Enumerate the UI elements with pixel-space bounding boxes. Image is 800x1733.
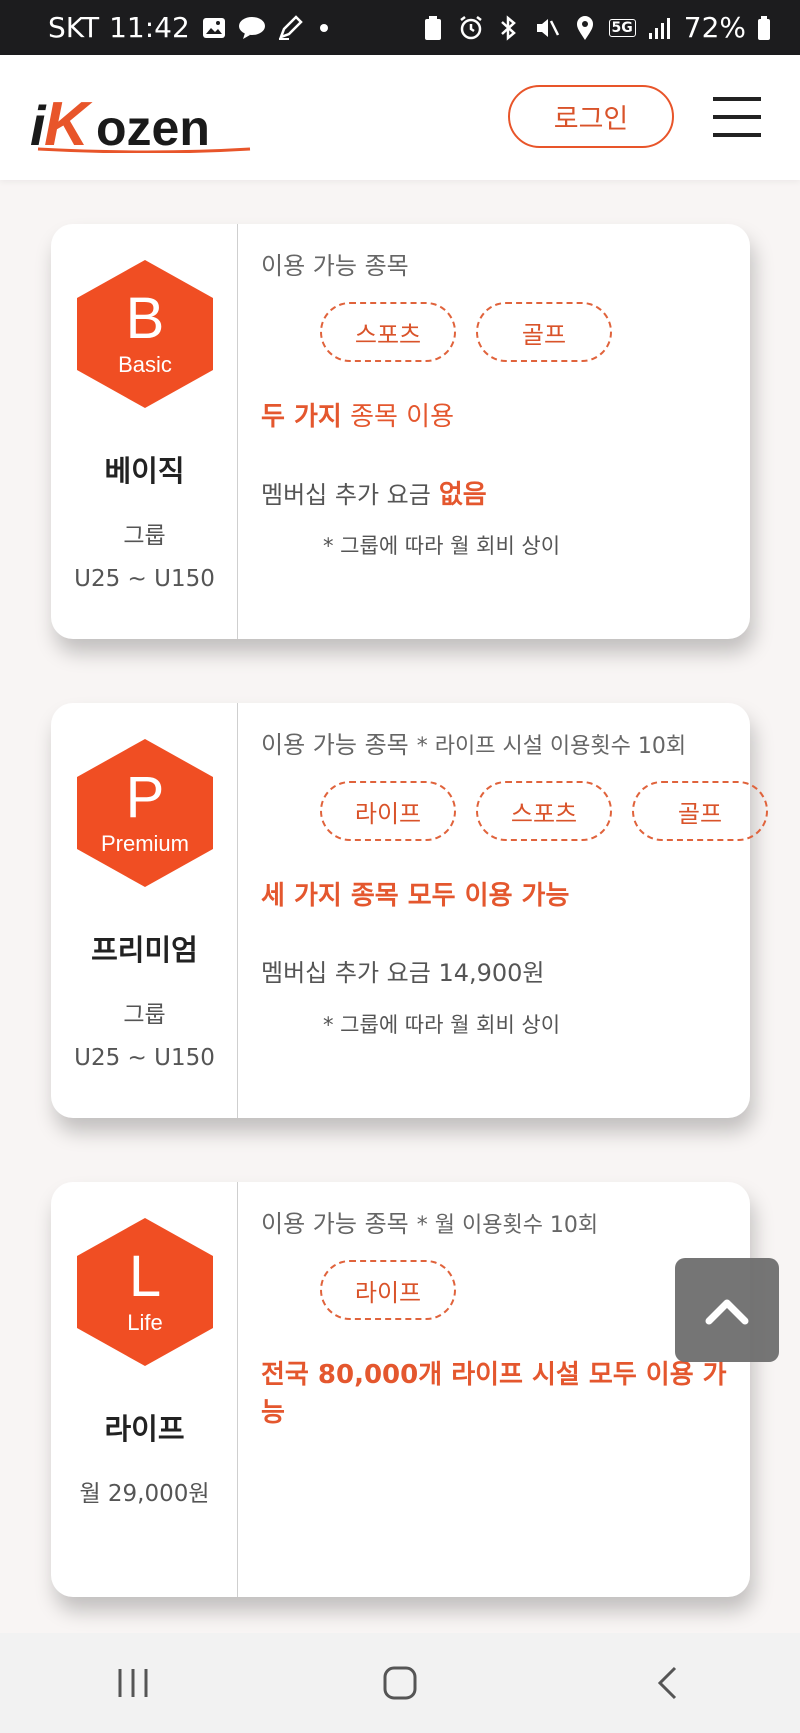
plan-group-label: 그룹 <box>123 523 166 549</box>
plan-card-premium: P Premium 프리미엄 그룹 U25 ~ U150 이용 가능 종목 * 라… <box>51 703 768 1118</box>
home-icon[interactable] <box>370 1653 430 1713</box>
alarm-icon <box>457 14 485 42</box>
sport-chip: 스포츠 <box>476 781 612 841</box>
network-label: 5G <box>608 18 636 37</box>
clock: 11:42 <box>109 11 190 44</box>
available-sports-label: 이용 가능 종목 * 라이프 시설 이용횟수 10회 <box>261 731 687 759</box>
plan-details: 이용 가능 종목 * 라이프 시설 이용횟수 10회 라이프 스포츠 골프 세 가… <box>261 703 768 1118</box>
plan-letter: L <box>129 1244 161 1309</box>
site-header: i K ozen 로그인 <box>0 55 800 180</box>
status-bar: SKT 11:42 5G 72% <box>0 0 800 55</box>
plan-details: 이용 가능 종목 * 월 이용횟수 10회 라이프 전국 80,000개 라이프 … <box>261 1182 750 1597</box>
login-button[interactable]: 로그인 <box>508 85 674 148</box>
hamburger-menu-icon[interactable] <box>713 97 763 137</box>
plan-card-basic: B Basic 베이직 그룹 U25 ~ U150 이용 가능 종목 스포츠 골… <box>51 224 750 639</box>
golf-chip: 골프 <box>632 781 768 841</box>
notification-dot-icon <box>319 23 328 32</box>
plan-headline: 전국 80,000개 라이프 시설 모두 이용 가 <box>261 1360 727 1390</box>
mute-icon <box>533 14 561 42</box>
plan-summary: P Premium 프리미엄 그룹 U25 ~ U150 <box>51 703 238 1118</box>
membership-fee: 멤버십 추가 요금 없음 <box>261 480 487 510</box>
plan-headline: 세 가지 종목 모두 이용 가능 <box>261 881 570 911</box>
fee-note: * 그룹에 따라 월 회비 상이 <box>323 1013 561 1037</box>
battery-percent: 72% <box>683 11 746 44</box>
plan-monthly-price: 월 29,000원 <box>79 1481 210 1507</box>
bluetooth-icon <box>495 14 523 42</box>
system-nav-bar <box>0 1633 800 1733</box>
membership-fee: 멤버십 추가 요금 14,900원 <box>261 959 545 987</box>
talk-icon <box>238 14 266 42</box>
recycle-icon <box>419 14 447 42</box>
life-chip: 라이프 <box>320 781 456 841</box>
plan-name: 베이직 <box>104 454 185 488</box>
life-chip: 라이프 <box>320 1260 456 1320</box>
plan-hexagon-badge: B Basic <box>73 258 217 410</box>
location-icon <box>571 14 599 42</box>
plan-name: 프리미엄 <box>91 933 198 967</box>
fee-note: * 그룹에 따라 월 회비 상이 <box>323 534 561 558</box>
signal-icon <box>646 14 674 42</box>
plan-card-life: L Life 라이프 월 29,000원 이용 가능 종목 * 월 이용횟수 10… <box>51 1182 750 1597</box>
plan-details: 이용 가능 종목 스포츠 골프 두 가지 종목 이용 멤버십 추가 요금 없음 *… <box>261 224 750 639</box>
sport-chip: 스포츠 <box>320 302 456 362</box>
plan-name: 라이프 <box>104 1412 185 1446</box>
pen-icon <box>276 14 304 42</box>
svg-text:K: K <box>44 93 93 153</box>
plan-letter: B <box>126 286 165 351</box>
gallery-icon <box>200 14 228 42</box>
plan-letter: P <box>126 765 165 830</box>
ikozen-logo[interactable]: i K ozen <box>30 90 260 159</box>
chevron-up-icon <box>705 1299 749 1325</box>
plan-tier: Life <box>127 1310 162 1335</box>
plan-summary: L Life 라이프 월 29,000원 <box>51 1182 238 1597</box>
available-sports-label: 이용 가능 종목 * 월 이용횟수 10회 <box>261 1210 599 1238</box>
back-icon[interactable] <box>637 1653 697 1713</box>
plan-headline-wrap: 능 <box>261 1398 285 1428</box>
scroll-top-button[interactable] <box>675 1258 779 1362</box>
plan-hexagon-badge: P Premium <box>73 737 217 889</box>
plan-summary: B Basic 베이직 그룹 U25 ~ U150 <box>51 224 238 639</box>
available-sports-label: 이용 가능 종목 <box>261 252 409 280</box>
recent-apps-icon[interactable] <box>103 1653 163 1713</box>
plan-tier: Premium <box>101 831 189 856</box>
carrier-label: SKT <box>48 11 100 44</box>
plan-headline: 두 가지 종목 이용 <box>261 402 455 432</box>
battery-icon <box>756 14 772 42</box>
plan-group-label: 그룹 <box>123 1002 166 1028</box>
plan-hexagon-badge: L Life <box>73 1216 217 1368</box>
plan-group-range: U25 ~ U150 <box>74 566 215 592</box>
golf-chip: 골프 <box>476 302 612 362</box>
plan-tier: Basic <box>118 352 172 377</box>
svg-text:ozen: ozen <box>96 100 210 153</box>
plan-group-range: U25 ~ U150 <box>74 1045 215 1071</box>
